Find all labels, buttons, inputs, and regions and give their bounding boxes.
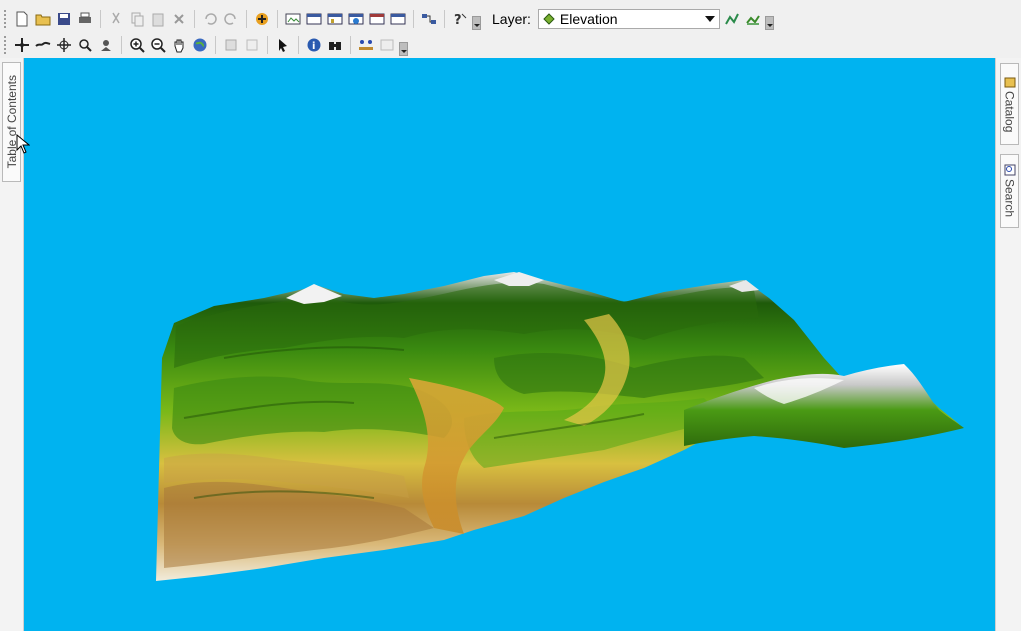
toolbar-overflow-button[interactable]: [472, 16, 481, 30]
undo-icon[interactable]: [201, 10, 219, 28]
toolbar-grip[interactable]: [4, 36, 8, 54]
toolbar-overflow-button[interactable]: [764, 16, 774, 30]
svg-text:?: ?: [454, 13, 462, 27]
center-icon[interactable]: [55, 36, 73, 54]
connect-icon[interactable]: [420, 10, 438, 28]
pan-icon[interactable]: [170, 36, 188, 54]
window-icon[interactable]: [368, 10, 386, 28]
toolbar-grip[interactable]: [4, 10, 8, 28]
select-features-icon[interactable]: [222, 36, 240, 54]
toolbar-separator: [267, 36, 268, 54]
new-document-icon[interactable]: [13, 10, 31, 28]
open-folder-icon[interactable]: [34, 10, 52, 28]
chart-icon[interactable]: [326, 10, 344, 28]
measure-icon[interactable]: [357, 36, 375, 54]
add-data-icon[interactable]: [253, 10, 271, 28]
help-icon[interactable]: ?: [451, 10, 469, 28]
table-icon[interactable]: [305, 10, 323, 28]
raster-layer-icon: [543, 13, 555, 25]
toolbar-separator: [413, 10, 414, 28]
print-icon[interactable]: [76, 10, 94, 28]
search-tab[interactable]: Search: [1000, 154, 1019, 228]
identify-icon[interactable]: i: [305, 36, 323, 54]
options-icon[interactable]: [378, 36, 396, 54]
catalog-icon: [1004, 77, 1015, 88]
profile-graph-icon[interactable]: [744, 10, 762, 28]
fly-icon[interactable]: [34, 36, 52, 54]
chevron-down-icon[interactable]: [704, 16, 715, 22]
toolbar-separator: [350, 36, 351, 54]
globe-window-icon[interactable]: [347, 10, 365, 28]
toolbar-separator: [121, 36, 122, 54]
toolbar-separator: [277, 10, 278, 28]
table-of-contents-label: Table of Contents: [4, 75, 19, 169]
delete-icon[interactable]: [170, 10, 188, 28]
zoom-to-target-icon[interactable]: [76, 36, 94, 54]
catalog-tab[interactable]: Catalog: [1000, 63, 1019, 145]
toolbar-separator: [215, 36, 216, 54]
paste-icon[interactable]: [149, 10, 167, 28]
search-label: Search: [1002, 179, 1017, 218]
navigate-icon[interactable]: [13, 36, 31, 54]
catalog-label: Catalog: [1002, 90, 1017, 133]
tools-toolbar: i: [0, 33, 408, 57]
window-icon[interactable]: [389, 10, 407, 28]
toolbar-separator: [194, 10, 195, 28]
layout-icon[interactable]: [284, 10, 302, 28]
save-icon[interactable]: [55, 10, 73, 28]
full-extent-icon[interactable]: [191, 36, 209, 54]
arcscene-window: ? Layer: Elevation i Table of Contents C…: [0, 0, 1021, 631]
scene-view[interactable]: [24, 58, 995, 631]
clear-selection-icon[interactable]: [243, 36, 261, 54]
toolbar-overflow-button[interactable]: [399, 42, 408, 56]
select-elements-icon[interactable]: [274, 36, 292, 54]
toolbar-separator: [298, 36, 299, 54]
cut-icon[interactable]: [107, 10, 125, 28]
redo-icon[interactable]: [222, 10, 240, 28]
find-icon[interactable]: [326, 36, 344, 54]
toolbar-separator: [444, 10, 445, 28]
right-dock-panel: Catalog Search: [995, 58, 1021, 631]
zoom-in-icon[interactable]: [128, 36, 146, 54]
toolbar-separator: [100, 10, 101, 28]
elevation-surface[interactable]: [24, 58, 995, 631]
table-of-contents-tab[interactable]: Table of Contents: [2, 62, 21, 182]
layer-dropdown-value: Elevation: [559, 11, 618, 27]
mouse-cursor-icon: [16, 134, 30, 154]
copy-icon[interactable]: [128, 10, 146, 28]
interpolate-line-icon[interactable]: [723, 10, 741, 28]
set-observer-icon[interactable]: [97, 36, 115, 54]
toolbar-separator: [246, 10, 247, 28]
search-icon: [1004, 164, 1015, 176]
standard-toolbar: ? Layer: Elevation: [0, 7, 774, 31]
zoom-out-icon[interactable]: [149, 36, 167, 54]
layer-dropdown[interactable]: Elevation: [537, 9, 720, 29]
svg-text:i: i: [312, 41, 315, 52]
layer-label: Layer:: [492, 11, 531, 27]
